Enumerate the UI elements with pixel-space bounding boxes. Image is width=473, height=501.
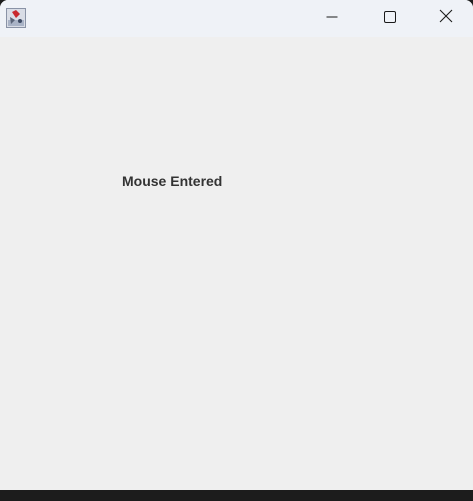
desktop-edge <box>0 490 473 501</box>
maximize-icon <box>384 10 396 28</box>
maximize-button[interactable] <box>361 0 419 37</box>
mouse-status-label: Mouse Entered <box>122 173 223 189</box>
content-panel[interactable]: Mouse Entered <box>0 37 473 490</box>
app-window: Mouse Entered <box>0 0 473 490</box>
close-button[interactable] <box>419 0 473 37</box>
close-icon <box>439 9 453 28</box>
minimize-icon <box>326 10 338 28</box>
java-app-icon[interactable] <box>6 8 26 28</box>
title-bar[interactable] <box>0 0 473 37</box>
minimize-button[interactable] <box>303 0 361 37</box>
